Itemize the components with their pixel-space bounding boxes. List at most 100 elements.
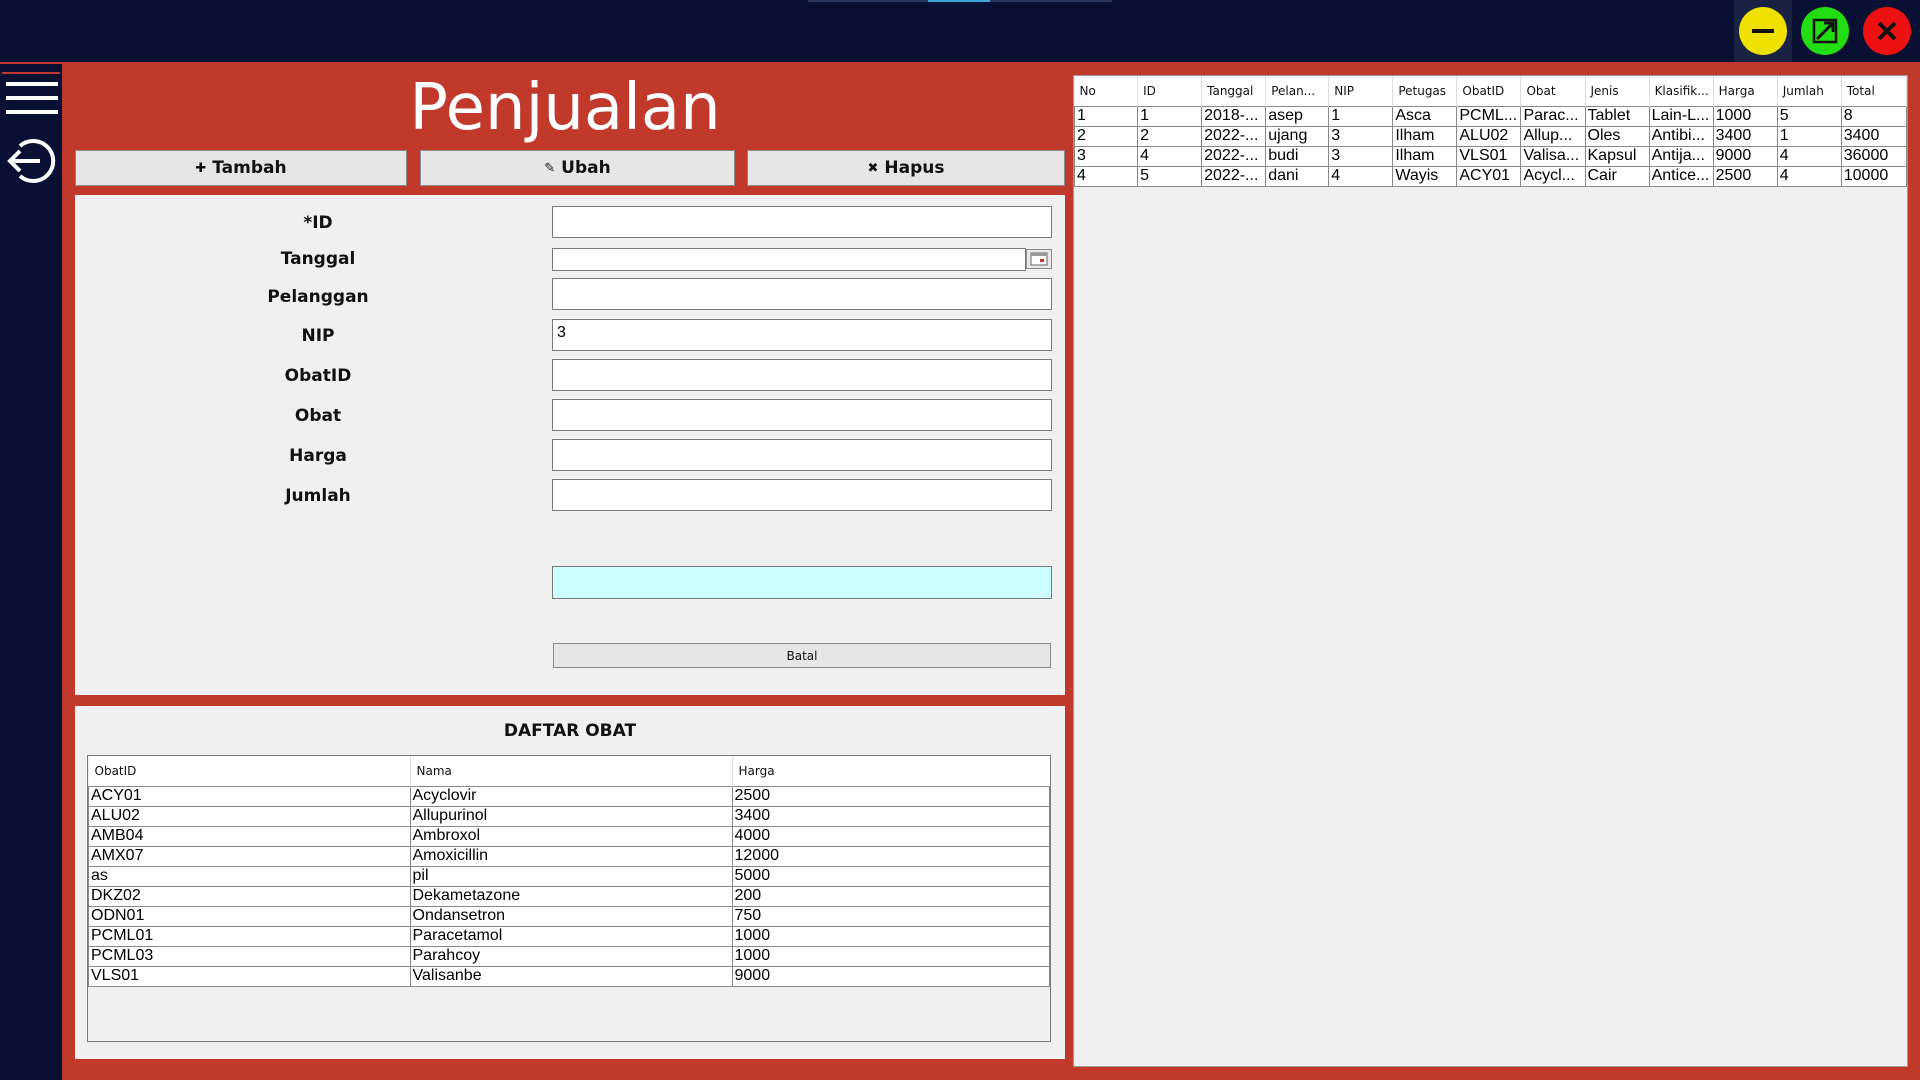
- add-button[interactable]: ✚ Tambah: [75, 150, 407, 186]
- obat-label: Obat: [294, 406, 342, 426]
- table-cell: 9000: [731, 965, 1050, 987]
- pelanggan-input[interactable]: [552, 278, 1052, 310]
- highlighted-input[interactable]: [552, 566, 1052, 599]
- table-row[interactable]: AMB04 Ambroxol 4000: [88, 825, 1050, 847]
- logout-button[interactable]: [4, 134, 58, 188]
- table-cell: Dekametazone: [409, 885, 733, 907]
- logout-icon: [7, 139, 56, 183]
- obat-table-container: ObatID Nama Harga ACY01 Acyclovir 2500 ALU0…: [87, 755, 1051, 1042]
- table-cell: 4: [1328, 165, 1394, 187]
- table-cell: Acyclovir: [409, 785, 733, 807]
- column-header[interactable]: Harga: [1713, 76, 1778, 106]
- nip-input[interactable]: 3: [552, 319, 1052, 351]
- table-cell: budi: [1265, 145, 1330, 167]
- date-picker-button[interactable]: [1026, 249, 1052, 269]
- table-cell: 4000: [731, 825, 1050, 847]
- table-row[interactable]: 1 1 2018-... asep 1 Asca PCML... Parac... Tablet…: [1073, 105, 1908, 127]
- column-header[interactable]: Jenis: [1585, 76, 1650, 106]
- delete-button[interactable]: ✖ Hapus: [747, 150, 1065, 186]
- table-row[interactable]: 3 4 2022-... budi 3 Ilham VLS01 Valisa... Kapsul…: [1073, 145, 1908, 167]
- tanggal-input[interactable]: [552, 248, 1026, 271]
- column-header[interactable]: Jumlah: [1777, 76, 1842, 106]
- column-header-obatid[interactable]: ObatID: [88, 756, 411, 786]
- column-header[interactable]: Tanggal: [1201, 76, 1267, 106]
- column-header[interactable]: Klasifik...: [1649, 76, 1714, 106]
- add-button-label: Tambah: [212, 158, 287, 178]
- table-cell: Cair: [1584, 165, 1650, 187]
- table-cell: Ilham: [1392, 125, 1458, 147]
- maximize-button[interactable]: [1796, 0, 1854, 62]
- title-bar-accent: [928, 0, 990, 2]
- column-header[interactable]: Obat: [1520, 76, 1586, 106]
- id-input[interactable]: [552, 206, 1052, 238]
- jumlah-input[interactable]: [552, 479, 1052, 511]
- table-cell: 1000: [1712, 105, 1778, 127]
- harga-input[interactable]: [552, 439, 1052, 471]
- table-cell: 36000: [1840, 145, 1908, 167]
- table-cell: Antice...: [1648, 165, 1714, 187]
- table-cell: Allupurinol: [409, 805, 733, 827]
- title-bar: [0, 0, 1920, 62]
- table-row[interactable]: ALU02 Allupurinol 3400: [88, 805, 1050, 827]
- table-row[interactable]: PCML01 Paracetamol 1000: [88, 925, 1050, 947]
- column-header[interactable]: Total: [1841, 76, 1908, 106]
- table-row[interactable]: VLS01 Valisanbe 9000: [88, 965, 1050, 987]
- column-header[interactable]: Petugas: [1392, 76, 1458, 106]
- column-header[interactable]: NIP: [1328, 76, 1394, 106]
- table-cell: Amoxicillin: [409, 845, 733, 867]
- table-cell: ujang: [1265, 125, 1330, 147]
- obat-input[interactable]: [552, 399, 1052, 431]
- table-cell: ODN01: [88, 905, 411, 927]
- table-cell: ACY01: [88, 785, 411, 807]
- column-header[interactable]: ID: [1137, 76, 1203, 106]
- column-header-harga[interactable]: Harga: [732, 756, 1050, 786]
- calendar-icon: [1030, 252, 1048, 266]
- nip-label: NIP: [301, 326, 335, 346]
- table-cell: 1000: [731, 945, 1050, 967]
- edit-button-label: Ubah: [561, 158, 611, 178]
- table-cell: dani: [1265, 165, 1330, 187]
- hamburger-menu-button[interactable]: [2, 72, 60, 122]
- table-cell: Allup...: [1520, 125, 1586, 147]
- pelanggan-label: Pelanggan: [267, 287, 369, 307]
- table-cell: Asca: [1392, 105, 1458, 127]
- table-row[interactable]: as pil 5000: [88, 865, 1050, 887]
- table-row[interactable]: 2 2 2022-... ujang 3 Ilham ALU02 Allup... Oles An…: [1073, 125, 1908, 147]
- table-row[interactable]: DKZ02 Dekametazone 200: [88, 885, 1050, 907]
- table-row[interactable]: ACY01 Acyclovir 2500: [88, 785, 1050, 807]
- table-cell: 3400: [1712, 125, 1778, 147]
- column-header[interactable]: No: [1074, 76, 1139, 106]
- table-cell: ACY01: [1456, 165, 1522, 187]
- close-button[interactable]: [1858, 0, 1916, 62]
- minimize-button[interactable]: [1734, 0, 1792, 62]
- table-cell: Ilham: [1392, 145, 1458, 167]
- table-row[interactable]: 4 5 2022-... dani 4 Wayis ACY01 Acycl... Cair Ant…: [1073, 165, 1908, 187]
- table-cell: 3: [1328, 125, 1394, 147]
- table-cell: PCML...: [1456, 105, 1522, 127]
- minus-icon: [1739, 7, 1787, 55]
- harga-label: Harga: [289, 446, 347, 466]
- table-cell: Ambroxol: [409, 825, 733, 847]
- table-row[interactable]: AMX07 Amoxicillin 12000: [88, 845, 1050, 867]
- table-cell: pil: [409, 865, 733, 887]
- table-cell: Wayis: [1392, 165, 1458, 187]
- table-cell: 8: [1840, 105, 1908, 127]
- table-cell: VLS01: [88, 965, 411, 987]
- table-cell: AMB04: [88, 825, 411, 847]
- table-cell: 1000: [731, 925, 1050, 947]
- column-header[interactable]: Pelan...: [1265, 76, 1330, 106]
- table-row[interactable]: ODN01 Ondansetron 750: [88, 905, 1050, 927]
- column-header[interactable]: ObatID: [1456, 76, 1522, 106]
- table-cell: asep: [1265, 105, 1330, 127]
- table-cell: Antibi...: [1648, 125, 1714, 147]
- edit-button[interactable]: ✎ Ubah: [420, 150, 735, 186]
- table-row[interactable]: PCML03 Parahcoy 1000: [88, 945, 1050, 967]
- table-cell: 12000: [731, 845, 1050, 867]
- table-cell: 5000: [731, 865, 1050, 887]
- cancel-button[interactable]: Batal: [553, 643, 1051, 668]
- obatid-input[interactable]: [552, 359, 1052, 391]
- table-cell: Antija...: [1648, 145, 1714, 167]
- table-cell: 2500: [1712, 165, 1778, 187]
- column-header-nama[interactable]: Nama: [410, 756, 733, 786]
- table-cell: 3400: [731, 805, 1050, 827]
